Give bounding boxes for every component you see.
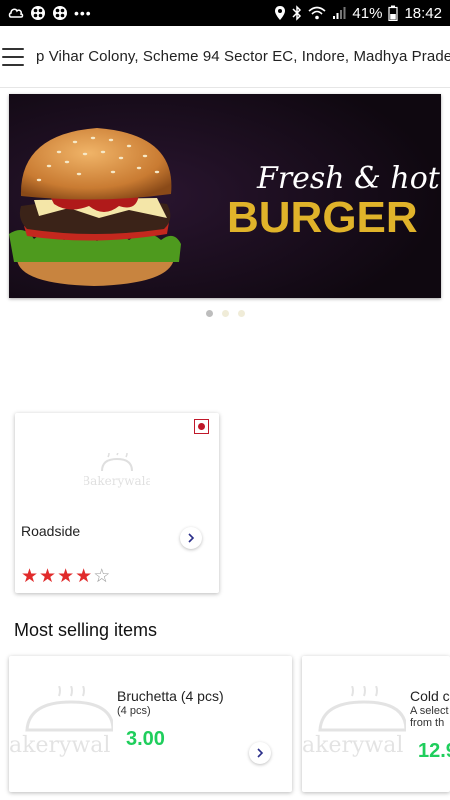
app-icon-2	[52, 5, 68, 21]
bakerywala-logo: akerywal	[9, 685, 115, 771]
star-filled-icon: ★	[21, 566, 39, 587]
bakerywala-logo: Bakerywala	[81, 448, 153, 498]
banner-headline-script: Fresh & hot	[256, 161, 441, 196]
hamburger-icon-line	[2, 63, 24, 66]
app-bar: p Vihar Colony, Scheme 94 Sector EC, Ind…	[0, 26, 450, 88]
chevron-right-icon	[257, 748, 264, 758]
logo-text: akerywal	[9, 733, 110, 758]
bakerywala-logo: akerywal	[302, 685, 408, 771]
product-price: 3.00	[126, 728, 165, 750]
battery-percent: 41%	[352, 4, 383, 22]
star-filled-icon: ★	[75, 566, 93, 587]
star-filled-icon: ★	[39, 566, 57, 587]
hamburger-icon	[2, 47, 24, 50]
section-title-most-selling: Most selling items	[14, 620, 158, 640]
rating-stars: ★ ★ ★ ★ ☆	[21, 567, 110, 586]
location-icon	[274, 5, 286, 21]
more-notifications-indicator: •••	[74, 5, 92, 21]
open-product-button[interactable]	[249, 742, 271, 764]
store-name: Roadside	[21, 523, 81, 539]
product-card[interactable]: akerywal Bruchetta (4 pcs) (4 pcs) 3.00	[9, 656, 292, 792]
signal-icon	[332, 6, 346, 20]
chevron-right-icon	[188, 533, 195, 543]
product-subtitle: (4 pcs)	[117, 705, 151, 717]
wifi-icon	[308, 6, 326, 20]
menu-button[interactable]	[2, 35, 24, 79]
hamburger-icon-line	[2, 55, 24, 58]
product-price: 12.9	[418, 740, 450, 762]
product-subtitle: A select	[410, 705, 449, 717]
product-name: Bruchetta (4 pcs)	[117, 688, 224, 704]
product-subtitle-line2: from th	[410, 717, 445, 729]
promo-banner[interactable]: Fresh & hot BURGER	[9, 94, 441, 298]
star-filled-icon: ★	[57, 566, 75, 587]
banner-headline-bold: BURGER	[227, 193, 418, 242]
battery-icon	[388, 5, 399, 21]
carousel-dot[interactable]	[205, 310, 213, 317]
bluetooth-icon	[292, 5, 302, 21]
logo-text: akerywal	[302, 733, 403, 758]
status-time: 18:42	[404, 4, 442, 22]
notification-icon	[8, 6, 24, 20]
non-veg-mark-icon	[194, 419, 209, 434]
delivery-address[interactable]: p Vihar Colony, Scheme 94 Sector EC, Ind…	[36, 48, 450, 65]
star-empty-icon: ☆	[93, 566, 111, 587]
carousel-dot[interactable]	[237, 310, 245, 317]
logo-text: Bakerywala	[84, 474, 150, 488]
product-card[interactable]: akerywal Cold c A select from th 12.9	[302, 656, 450, 792]
status-bar: ••• 41% 18:42	[0, 0, 450, 26]
burger-banner-image: Fresh & hot BURGER	[9, 94, 441, 298]
open-store-button[interactable]	[180, 527, 202, 549]
product-name: Cold c	[410, 688, 450, 704]
app-icon	[30, 5, 46, 21]
carousel-indicator	[0, 310, 450, 317]
store-card[interactable]: Bakerywala Roadside ★ ★ ★ ★ ☆	[15, 413, 219, 593]
carousel-dot[interactable]	[221, 310, 229, 317]
